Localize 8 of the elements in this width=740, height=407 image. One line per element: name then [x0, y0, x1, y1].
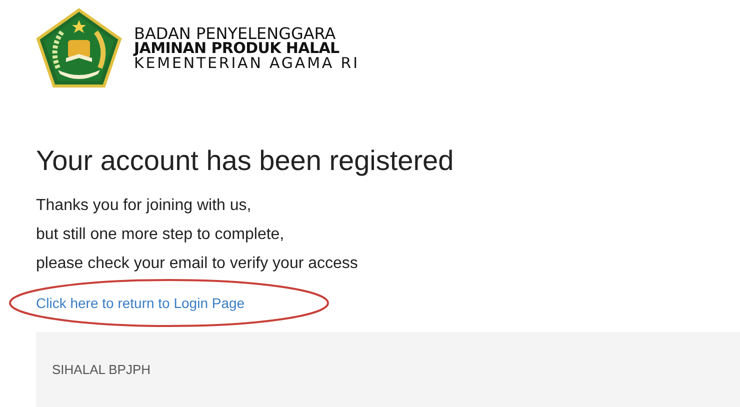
message-line: please check your email to verify your access — [36, 254, 359, 274]
organization-name-line: JAMINAN PRODUK HALAL — [134, 40, 340, 56]
page-heading: Your account has been registered — [36, 145, 455, 177]
footer-text: SIHALAL BPJPH — [52, 362, 151, 377]
message-line: but still one more step to complete, — [36, 225, 286, 245]
message-line: Thanks you for joining with us, — [36, 196, 252, 216]
organization-name-line: KEMENTERIAN AGAMA RI — [134, 56, 360, 70]
organization-name-line: BADAN PENYELENGGARA — [134, 26, 336, 40]
